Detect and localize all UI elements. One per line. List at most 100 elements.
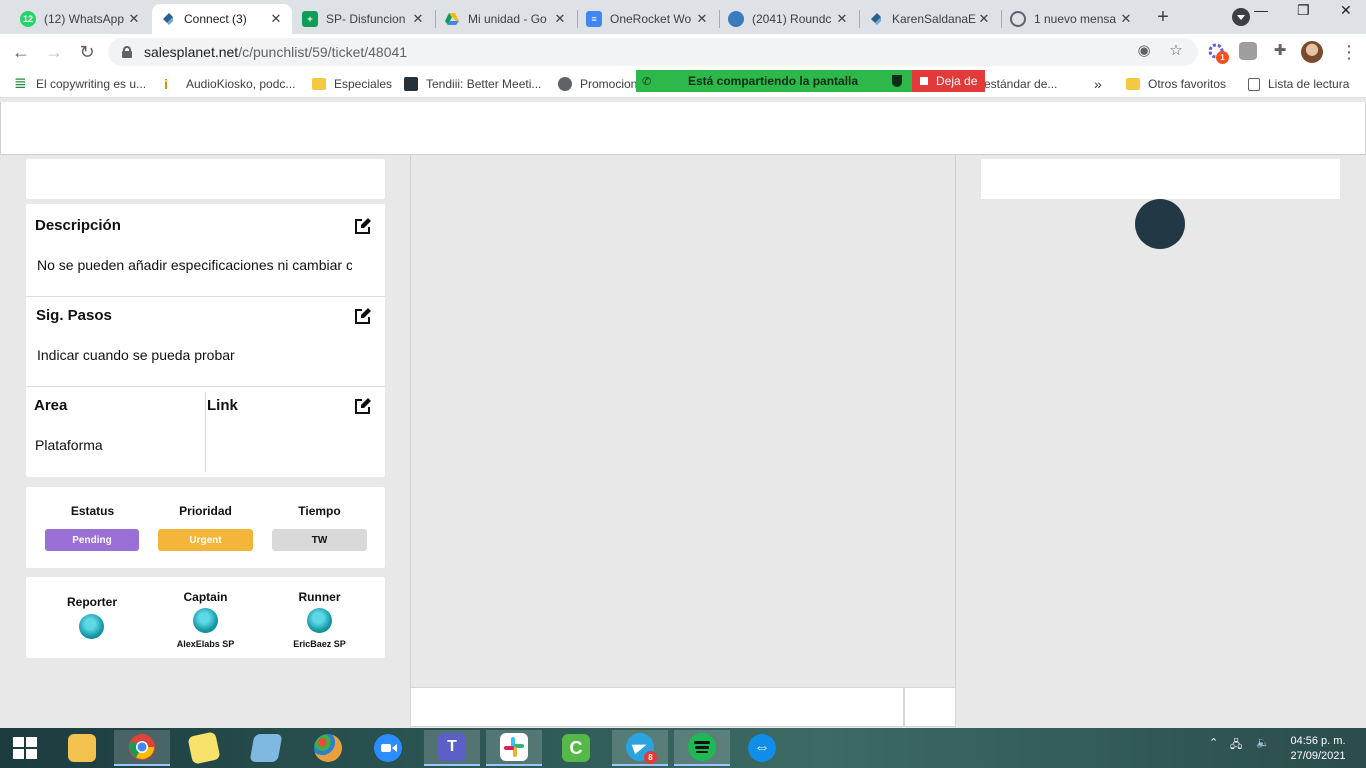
show-hidden-icons[interactable]: ⌃ — [1209, 736, 1218, 749]
restore-button[interactable]: ❐ — [1297, 2, 1310, 19]
people-card: Reporter Captain AlexElabs SP Runner Eri… — [26, 577, 385, 658]
minimize-button[interactable]: — — [1254, 2, 1268, 18]
right-panel-header — [981, 159, 1340, 199]
bookmarks-overflow-button[interactable]: » — [1094, 75, 1102, 93]
avatar[interactable] — [193, 608, 218, 633]
priority-badge[interactable]: Urgent — [158, 529, 253, 551]
description-title: Descripción — [35, 217, 121, 234]
status-badge[interactable]: Pending — [45, 529, 139, 551]
globe-icon — [558, 77, 572, 91]
bookmark-star-icon[interactable]: ☆ — [1166, 41, 1186, 61]
close-icon[interactable]: ✕ — [552, 11, 568, 27]
taskbar-chrome[interactable] — [114, 730, 170, 766]
pdf-extension-icon[interactable] — [1239, 42, 1257, 60]
address-bar[interactable]: salesplanet.net/c/punchlist/59/ticket/48… — [108, 38, 1198, 66]
close-window-button[interactable]: ✕ — [1340, 2, 1352, 19]
other-favorites-folder[interactable]: Otros favoritos — [1126, 75, 1226, 93]
paint-icon — [314, 734, 342, 762]
close-icon[interactable]: ✕ — [268, 11, 284, 27]
area-value: Plataforma — [35, 437, 103, 453]
whatsapp-icon: 12 — [20, 11, 36, 27]
tab-connect[interactable]: Connect (3) ✕ — [152, 4, 292, 34]
tab-title: (12) WhatsApp — [44, 12, 125, 26]
stop-sharing-button[interactable]: Deja de — [912, 70, 985, 92]
tab-title: 1 nuevo mensa — [1034, 12, 1117, 26]
reading-list-icon — [1248, 77, 1260, 91]
roundcube-icon — [728, 11, 744, 27]
network-icon[interactable]: 🖧 — [1230, 736, 1242, 755]
tab-drive[interactable]: Mi unidad - Go ✕ — [436, 4, 576, 34]
edit-icon[interactable] — [354, 307, 372, 325]
close-icon[interactable]: ✕ — [410, 11, 426, 27]
close-icon[interactable]: ✕ — [1118, 11, 1134, 27]
taskbar-zoom[interactable] — [360, 730, 416, 766]
captain-name: AlexElabs SP — [176, 639, 235, 649]
bookmark-folder[interactable]: Especiales — [312, 75, 392, 93]
forward-button[interactable]: → — [43, 41, 65, 63]
puzzle-icon[interactable]: ✚ — [1270, 41, 1290, 61]
bookmark-item[interactable]: Promocion — [558, 75, 637, 93]
tab-karen[interactable]: KarenSaldanaE ✕ — [860, 4, 1000, 34]
bookmark-item[interactable]: Tendiii: Better Meeti... — [404, 75, 541, 93]
menu-icon[interactable]: ⋮ — [1340, 40, 1358, 64]
close-icon[interactable]: ✕ — [126, 11, 142, 27]
back-button[interactable]: ← — [10, 41, 32, 63]
tab-roundcube[interactable]: (2041) Roundc ✕ — [720, 4, 858, 34]
tab-whatsapp[interactable]: 12 (12) WhatsApp ✕ — [12, 4, 150, 34]
reload-button[interactable]: ↻ — [76, 41, 98, 63]
audiokiosko-icon: i — [164, 76, 168, 92]
volume-icon[interactable]: 🔈 — [1256, 736, 1270, 749]
eye-icon[interactable]: ◉ — [1134, 41, 1154, 61]
reporter-label: Reporter — [66, 595, 117, 609]
slack-icon — [500, 733, 528, 761]
avatar[interactable] — [79, 614, 104, 639]
screen-share-banner: ✆ Está compartiendo la pantalla — [636, 70, 912, 92]
system-clock[interactable]: 04:56 p. m. 27/09/2021 — [1286, 734, 1350, 764]
taskbar-telegram[interactable]: 8 — [612, 730, 668, 766]
tab-title: (2041) Roundc — [752, 12, 832, 26]
taskbar-teamviewer[interactable]: ⇔ — [734, 730, 790, 766]
tab-docs[interactable]: ≡ OneRocket Wo ✕ — [578, 4, 718, 34]
spotify-icon — [688, 733, 716, 761]
taskbar-slack[interactable] — [486, 730, 542, 766]
time-label: Tiempo — [298, 504, 341, 518]
send-button[interactable] — [904, 687, 956, 727]
taskbar-spotify[interactable] — [674, 730, 730, 766]
taskbar-file-explorer[interactable] — [54, 730, 110, 766]
avatar[interactable] — [1301, 41, 1323, 63]
start-button[interactable] — [0, 730, 50, 766]
tab-mail[interactable]: 1 nuevo mensa ✕ — [1002, 4, 1142, 34]
new-tab-button[interactable]: + — [1152, 6, 1174, 28]
bookmark-item[interactable]: ≣ El copywriting es u... — [14, 75, 146, 93]
bookmark-item[interactable]: i AudioKiosko, podc... — [164, 75, 295, 93]
edit-icon[interactable] — [354, 397, 372, 415]
time-badge[interactable]: TW — [272, 529, 367, 551]
taskbar-notepad[interactable] — [238, 730, 294, 766]
tab-sheets[interactable]: + SP- Disfuncion ✕ — [294, 4, 434, 34]
docs-icon: ≡ — [586, 11, 602, 27]
phone-icon: ✆ — [642, 75, 652, 88]
close-icon[interactable]: ✕ — [976, 11, 992, 27]
next-steps-text: Indicar cuando se pueda probar — [37, 347, 235, 363]
edit-icon[interactable] — [354, 217, 372, 235]
close-icon[interactable]: ✕ — [834, 11, 850, 27]
close-icon[interactable]: ✕ — [694, 11, 710, 27]
comment-input[interactable] — [410, 687, 904, 727]
sticky-notes-icon — [187, 731, 221, 765]
taskbar-paint[interactable] — [300, 730, 356, 766]
description-text: No se pueden añadir especificaciones ni … — [37, 257, 352, 273]
ticket-title-card — [26, 159, 385, 199]
reading-list-button[interactable]: Lista de lectura — [1248, 75, 1349, 93]
lock-icon[interactable] — [122, 46, 132, 58]
taskbar-teams[interactable]: T — [424, 730, 480, 766]
taskbar-camtasia[interactable]: C — [548, 730, 604, 766]
taskbar-sticky-notes[interactable] — [176, 730, 232, 766]
extension-icon[interactable]: 1 — [1207, 42, 1229, 64]
tab-title: Mi unidad - Go — [468, 12, 547, 26]
comments-panel — [410, 155, 956, 728]
avatar[interactable] — [307, 608, 332, 633]
url-text: salesplanet.net/c/punchlist/59/ticket/48… — [144, 44, 408, 60]
bookmark-item[interactable]: estándar de... — [984, 75, 1057, 93]
telegram-icon: 8 — [626, 733, 657, 764]
tab-search-button[interactable] — [1232, 8, 1250, 26]
